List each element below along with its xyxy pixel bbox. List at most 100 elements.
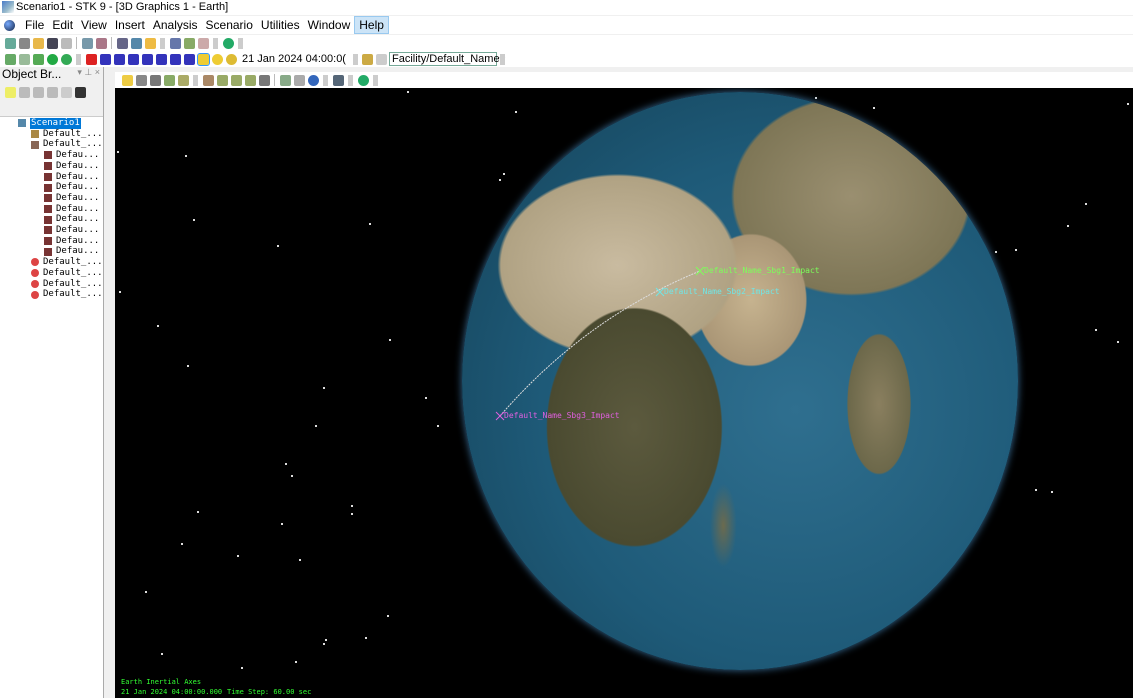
tree-item[interactable]: Defau... [0, 161, 103, 172]
tree-item[interactable]: Default_... [0, 289, 103, 300]
report-icon[interactable] [116, 37, 128, 49]
tree-item-label: Default_... [43, 289, 103, 300]
tree-item[interactable]: Defau... [0, 193, 103, 204]
map-icon[interactable] [163, 74, 175, 86]
print-icon[interactable] [60, 37, 72, 49]
green-circle-icon[interactable] [46, 53, 58, 65]
tree-item[interactable]: Default_... [0, 279, 103, 290]
view-icon[interactable] [202, 74, 214, 86]
view-from-icon[interactable] [376, 53, 388, 65]
impact-label-3[interactable]: Default_Name_Sbg3_Impact [504, 411, 620, 420]
realtime-icon[interactable] [196, 52, 210, 66]
reset-icon[interactable] [85, 53, 97, 65]
copy-icon[interactable] [32, 87, 44, 98]
tree-item[interactable]: Defau... [0, 246, 103, 257]
cut-icon[interactable] [18, 87, 30, 98]
tree-item[interactable]: Defau... [0, 214, 103, 225]
insert-object-icon[interactable] [81, 37, 93, 49]
tree-item-label: Defau... [56, 182, 100, 193]
lighting-icon[interactable] [332, 74, 344, 86]
impact-marker-1 [695, 266, 705, 276]
tree-item[interactable]: Defau... [0, 236, 103, 247]
menu-scenario[interactable]: Scenario [202, 17, 257, 33]
tree-item-label: Defau... [56, 150, 100, 161]
tools-icon[interactable] [95, 37, 107, 49]
disabled-tool-icon[interactable] [197, 37, 209, 49]
tree-item[interactable]: Default_... [0, 139, 103, 150]
tree-item[interactable]: Default_... [0, 129, 103, 140]
cross-icon[interactable] [32, 53, 44, 65]
slower-icon[interactable] [169, 53, 181, 65]
earth-icon[interactable] [307, 74, 319, 86]
faster-icon[interactable] [183, 53, 195, 65]
menu-view[interactable]: View [77, 17, 111, 33]
menu-window[interactable]: Window [304, 17, 355, 33]
play-reverse-icon[interactable] [113, 53, 125, 65]
home-view-icon[interactable] [216, 74, 228, 86]
impact-label-2[interactable]: Default_Name_Sbg2_Impact [664, 287, 780, 296]
pause-icon[interactable] [127, 53, 139, 65]
missile-icon [44, 215, 52, 224]
menu-edit[interactable]: Edit [48, 17, 77, 33]
trajectory-overlay [495, 266, 705, 421]
epoch-icon[interactable] [225, 53, 237, 65]
missile-icon [44, 172, 52, 181]
save-image-icon[interactable] [177, 74, 189, 86]
tree-item[interactable]: Defau... [0, 150, 103, 161]
chart-icon[interactable] [169, 37, 181, 49]
object-tree: Scenario1 Default_... Default_... Defau... D… [0, 117, 103, 300]
menu-analysis[interactable]: Analysis [149, 17, 202, 33]
current-time[interactable]: 21 Jan 2024 04:00:0( [238, 53, 350, 65]
play-icon[interactable] [141, 53, 153, 65]
axes-label: Earth Inertial Axes [121, 678, 202, 686]
menu-file[interactable]: File [21, 17, 48, 33]
x-realtime-icon[interactable] [211, 53, 223, 65]
measure-icon[interactable] [279, 74, 291, 86]
impact-label-1[interactable]: Default_Name_Sbg1_Impact [704, 266, 820, 275]
impact-marker-3 [495, 411, 505, 421]
paste-icon[interactable] [46, 87, 58, 98]
green-search-icon[interactable] [60, 53, 72, 65]
tree-item[interactable]: Default_... [0, 257, 103, 268]
properties-icon[interactable] [121, 74, 133, 86]
new-icon[interactable] [4, 87, 16, 98]
save-icon[interactable] [46, 37, 58, 49]
menu-utilities[interactable]: Utilities [257, 17, 304, 33]
object-selector[interactable]: Facility/Default_Name▾ [388, 52, 505, 66]
tree-item[interactable]: Defau... [0, 182, 103, 193]
binoculars-icon[interactable] [74, 87, 86, 98]
zoom-to-icon[interactable] [362, 53, 374, 65]
link-icon[interactable] [4, 53, 16, 65]
globe-manager-icon[interactable] [357, 74, 369, 86]
analysis-icon[interactable] [183, 37, 195, 49]
view-top-icon[interactable] [244, 74, 256, 86]
open-icon[interactable] [32, 37, 44, 49]
tree-item[interactable]: Default_... [0, 268, 103, 279]
pan-icon[interactable] [135, 74, 147, 86]
tree-item[interactable]: Scenario1 [0, 118, 103, 129]
globe-window-icon[interactable] [222, 37, 234, 49]
step-forward-icon[interactable] [155, 53, 167, 65]
3d-graphics-view[interactable]: Default_Name_Sbg1_Impact Default_Name_Sb… [115, 88, 1133, 698]
zoom-icon[interactable] [149, 74, 161, 86]
object-browser-toolbar [0, 83, 103, 117]
unlink-icon[interactable] [18, 53, 30, 65]
tree-item[interactable]: Defau... [0, 225, 103, 236]
folder-icon[interactable] [144, 37, 156, 49]
tree-item[interactable]: Defau... [0, 172, 103, 183]
new-scenario-icon[interactable] [4, 37, 16, 49]
step-back-icon[interactable] [99, 53, 111, 65]
menu-insert[interactable]: Insert [111, 17, 149, 33]
delete-icon[interactable] [60, 87, 72, 98]
tree-item[interactable]: Defau... [0, 204, 103, 215]
missile-icon [44, 237, 52, 246]
globe-icon[interactable] [4, 19, 15, 31]
orientation-icon[interactable] [258, 74, 270, 86]
new-icon[interactable] [18, 37, 30, 49]
view-north-icon[interactable] [230, 74, 242, 86]
graph-icon[interactable] [130, 37, 142, 49]
reset-view-icon[interactable] [293, 74, 305, 86]
pane-controls[interactable]: ▾ ⊥ × [77, 67, 103, 83]
menu-help[interactable]: Help [354, 16, 389, 34]
title-bar: Scenario1 - STK 9 - [3D Graphics 1 - Ear… [0, 0, 1133, 15]
